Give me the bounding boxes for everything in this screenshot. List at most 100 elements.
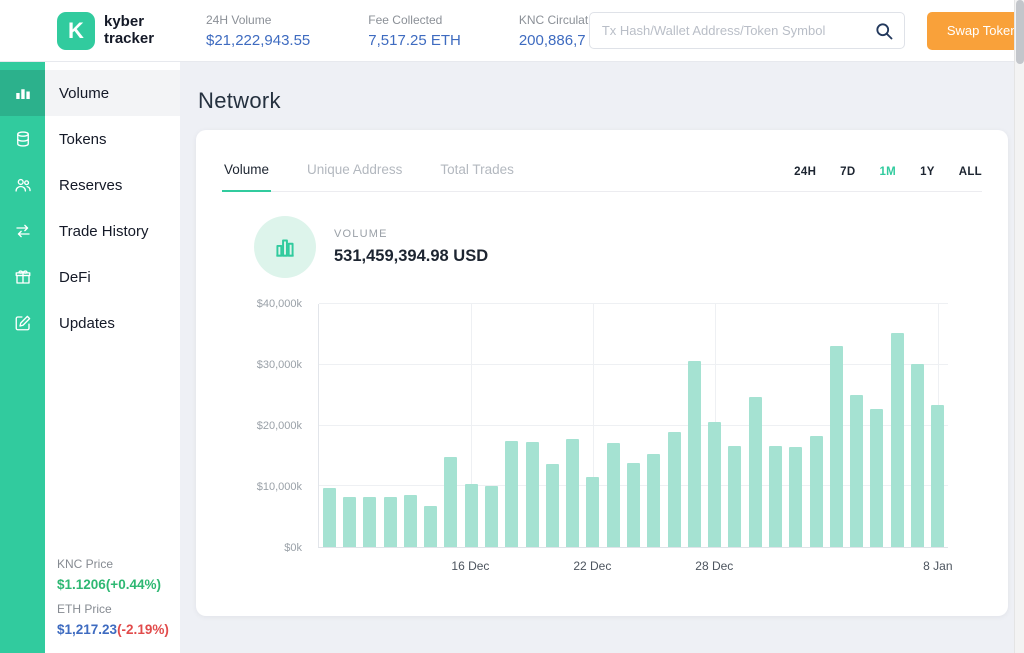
kyber-logo-icon: K (57, 11, 95, 50)
app-logo-text: kyber tracker (104, 13, 155, 47)
range-1m[interactable]: 1M (879, 166, 896, 178)
volume-summary-text: VOLUME 531,459,394.98 USD (334, 228, 488, 266)
price-label: ETH Price (57, 602, 112, 616)
chart-bar (809, 436, 823, 547)
sidebar-item-volume[interactable]: Volume (0, 70, 180, 116)
eth-price-change: (-2.19%) (117, 622, 169, 637)
stat-24h-volume: 24H Volume $21,222,943.55 (206, 13, 310, 49)
sidebar-item-trade-history[interactable]: Trade History (0, 208, 180, 254)
tab-unique-address[interactable]: Unique Address (305, 150, 404, 192)
chart-bar (687, 360, 701, 547)
y-tick-label: $30,000k (256, 359, 302, 371)
range-24h[interactable]: 24H (794, 166, 816, 178)
y-tick-label: $0k (284, 542, 302, 554)
search-box (588, 12, 905, 49)
volume-summary: VOLUME 531,459,394.98 USD (254, 216, 982, 278)
chart-tabs: Volume Unique Address Total Trades 24H 7… (222, 150, 982, 192)
tab-total-trades[interactable]: Total Trades (438, 150, 516, 192)
coins-icon (0, 116, 45, 162)
range-all[interactable]: ALL (959, 166, 982, 178)
chart-bar (464, 484, 478, 547)
chart-bar (403, 495, 417, 547)
chart-bar (667, 432, 681, 547)
swap-token-button[interactable]: Swap Token (926, 11, 1024, 50)
scrollbar-track[interactable] (1014, 0, 1024, 653)
x-tick-label: 8 Jan (923, 559, 953, 573)
app-logo[interactable]: K kyber tracker (0, 11, 180, 50)
time-range-selector: 24H 7D 1M 1Y ALL (794, 166, 982, 191)
x-tick-label: 16 Dec (451, 559, 490, 573)
chart-bar (525, 441, 539, 547)
stat-label: Fee Collected (368, 12, 443, 27)
network-volume-card: Volume Unique Address Total Trades 24H 7… (196, 130, 1008, 616)
sidebar-menu: Volume Tokens Reserves Trade History DeF… (0, 62, 180, 346)
logo-line2: tracker (104, 29, 155, 47)
chart-bar (829, 345, 843, 547)
sidebar-item-defi[interactable]: DeFi (0, 254, 180, 300)
chart-bar (789, 446, 803, 547)
gift-icon (0, 254, 45, 300)
chart-bar (627, 463, 640, 547)
stat-label: KNC Circulat (518, 12, 589, 27)
chart-bar (911, 363, 925, 547)
y-tick-label: $40,000k (256, 298, 302, 310)
stat-fee-collected: Fee Collected 7,517.25 ETH (368, 13, 461, 49)
sidebar-item-updates[interactable]: Updates (0, 300, 180, 346)
range-7d[interactable]: 7D (840, 166, 855, 178)
sidebar-item-label: Volume (45, 70, 180, 116)
eth-price: ETH Price $1,217.23(-2.19%) (57, 602, 169, 637)
chart-bar (322, 488, 336, 547)
chart-bar (363, 496, 377, 547)
chart-bar (647, 454, 661, 547)
summary-label: VOLUME (334, 228, 388, 240)
sidebar-item-label: DeFi (59, 268, 91, 286)
stat-label: 24H Volume (206, 12, 272, 27)
knc-price-value: $1.1206 (57, 577, 106, 592)
search-input[interactable] (601, 23, 874, 38)
sidebar: Volume Tokens Reserves Trade History DeF… (0, 62, 180, 653)
sidebar-item-label: Trade History (59, 222, 149, 240)
main-content: Network Volume Unique Address Total Trad… (180, 62, 1024, 653)
eth-price-value: $1,217.23 (57, 622, 118, 637)
volume-bar-chart: $0k $10,000k $20,000k $30,000k $40,000k 16 D… (222, 298, 982, 574)
search-icon[interactable] (874, 21, 894, 41)
chart-bar (342, 496, 356, 547)
chart-bar (505, 440, 519, 547)
swap-arrows-icon (0, 208, 45, 254)
knc-price-change: (+0.44%) (105, 577, 161, 592)
chart-bar (931, 405, 945, 547)
chart-bar (708, 422, 722, 547)
chart-bar (484, 485, 498, 547)
people-icon (0, 162, 45, 208)
chart-bar (870, 409, 884, 547)
stat-knc-circulating: KNC Circulat 200,886,7 (519, 13, 597, 49)
logo-line1: kyber (104, 13, 145, 30)
sidebar-item-label: Updates (59, 314, 115, 332)
y-tick-label: $20,000k (256, 420, 302, 432)
y-tick-label: $10,000k (256, 481, 302, 493)
h-gridline (319, 303, 948, 304)
chart-bar (383, 497, 397, 547)
stat-value: $21,222,943.55 (206, 31, 311, 49)
chart-bar (728, 446, 742, 547)
chart-bar (606, 442, 620, 547)
sidebar-item-reserves[interactable]: Reserves (0, 162, 180, 208)
sidebar-item-tokens[interactable]: Tokens (0, 116, 180, 162)
tab-volume[interactable]: Volume (222, 150, 272, 192)
x-tick-label: 22 Dec (573, 559, 612, 573)
header-stats: 24H Volume $21,222,943.55 Fee Collected … (180, 13, 597, 49)
range-1y[interactable]: 1Y (920, 166, 935, 178)
chart-plot-area (318, 303, 948, 548)
chart-y-axis: $0k $10,000k $20,000k $30,000k $40,000k (222, 298, 310, 554)
edit-icon (0, 300, 45, 346)
chart-bar (586, 476, 600, 547)
bar-chart-icon (0, 70, 45, 116)
chart-x-axis: 16 Dec 22 Dec 28 Dec 8 Jan (318, 552, 952, 574)
volume-chart-icon (254, 216, 316, 278)
chart-bar (545, 464, 559, 547)
price-label: KNC Price (57, 557, 114, 571)
chart-bar (769, 445, 783, 547)
top-header: K kyber tracker 24H Volume $21,222,943.5… (0, 0, 1024, 62)
scrollbar-thumb[interactable] (1016, 0, 1024, 64)
sidebar-item-label: Reserves (59, 176, 123, 194)
